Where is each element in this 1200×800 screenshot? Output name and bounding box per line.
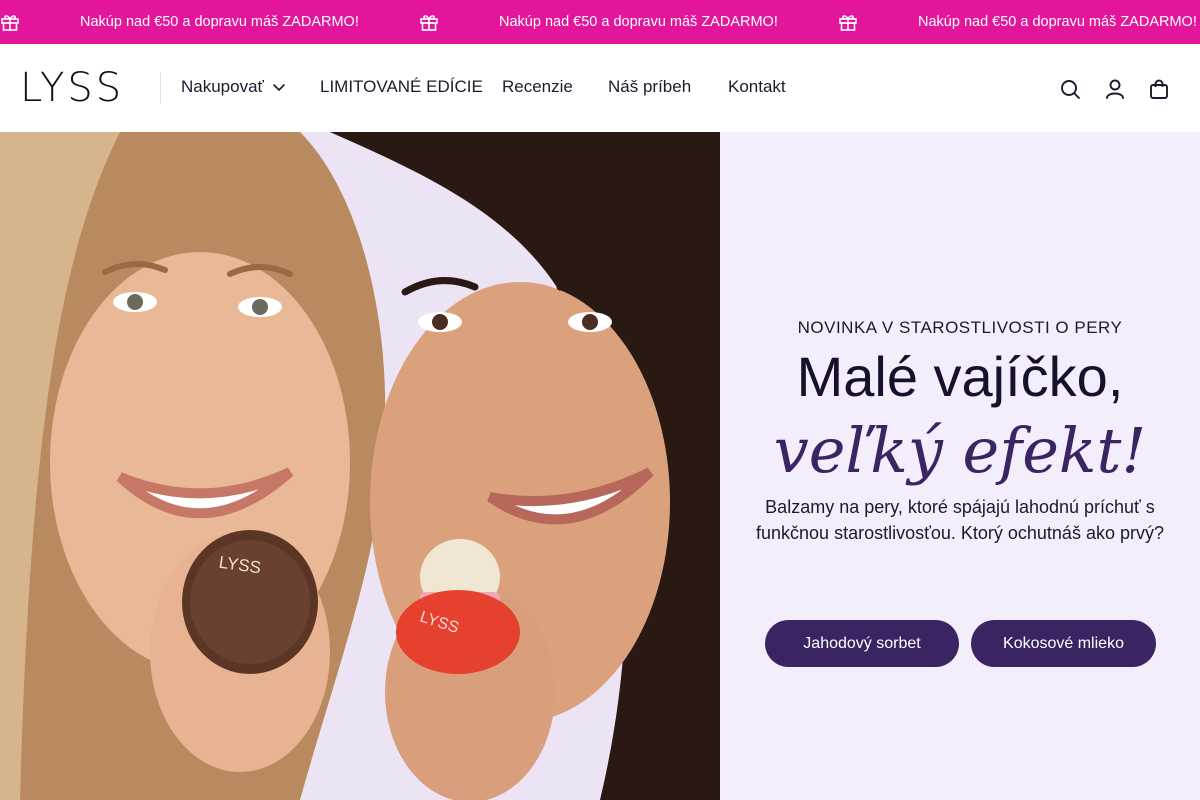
nav-item-label: Nakupovať [181, 77, 264, 96]
announcement-gift [0, 0, 20, 44]
gift-icon [838, 12, 858, 32]
announcement-bar: Nakúp nad €50 a dopravu máš ZADARMO! Nak… [0, 0, 1200, 44]
gift-icon [419, 12, 439, 32]
announcement-text: Nakúp nad €50 a dopravu máš ZADARMO! [80, 14, 359, 30]
account-icon[interactable] [1104, 78, 1126, 100]
logo[interactable]: LYSS [20, 68, 124, 108]
gift-icon [0, 12, 20, 32]
strawberry-sorbet-button[interactable]: Jahodový sorbet [765, 620, 959, 667]
nav-item-our-story[interactable]: Náš príbeh [608, 74, 691, 100]
hero-eyebrow: NOVINKA V STAROSTLIVOSTI O PERY [797, 318, 1123, 337]
hero-description: Balzamy na pery, ktoré spájajú lahodnú p… [756, 497, 1164, 543]
hero-photo-illustration: LYSS LYSS [0, 132, 720, 800]
nav-item-shop[interactable]: Nakupovať [181, 74, 286, 100]
announcement-gift [838, 0, 858, 44]
cart-icon[interactable] [1148, 78, 1170, 100]
logo-divider [160, 72, 161, 104]
hero-content: NOVINKA V STAROSTLIVOSTI O PERY Malé vaj… [720, 132, 1200, 800]
nav-item-contact[interactable]: Kontakt [728, 74, 786, 100]
chevron-down-icon [272, 80, 286, 94]
nav-item-limited-editions[interactable]: LIMITOVANÉ EDÍCIE [320, 74, 483, 100]
hero-image: LYSS LYSS [0, 132, 720, 800]
nav-item-reviews[interactable]: Recenzie [502, 74, 573, 100]
search-icon[interactable] [1059, 78, 1081, 100]
coconut-milk-button[interactable]: Kokosové mlieko [971, 620, 1156, 667]
announcement-gift [419, 0, 439, 44]
announcement-text: Nakúp nad €50 a dopravu máš ZADARMO! [918, 14, 1197, 30]
announcement-text: Nakúp nad €50 a dopravu máš ZADARMO! [499, 14, 778, 30]
hero-headline: Malé vajíčko, [796, 345, 1124, 408]
site-header: LYSS Nakupovať LIMITOVANÉ EDÍCIE Recenzi… [0, 44, 1200, 132]
hero-headline-italic: veľký efekt! [773, 414, 1147, 487]
